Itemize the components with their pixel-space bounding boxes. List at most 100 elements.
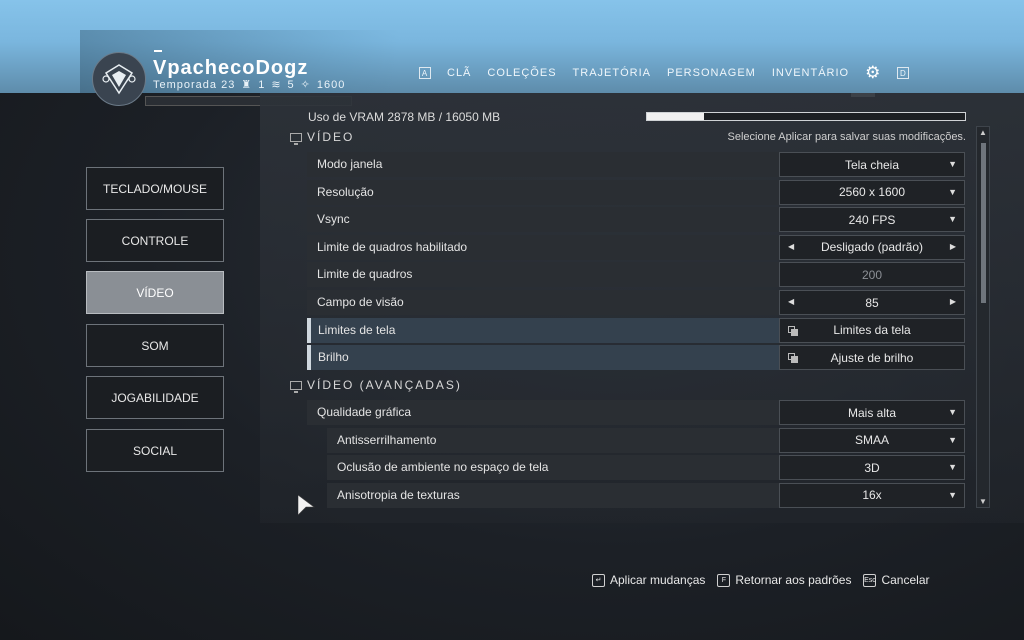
- scroll-thumb[interactable]: [981, 143, 986, 303]
- setting-value: 200: [861, 267, 883, 282]
- gear-icon[interactable]: ⚙: [865, 63, 881, 83]
- setting-label: Campo de visão: [317, 295, 404, 309]
- arrow-left-icon[interactable]: ◀: [788, 242, 794, 251]
- setting-label: Anisotropia de texturas: [337, 487, 460, 502]
- nav-item-character[interactable]: PERSONAGEM: [667, 67, 756, 79]
- season-label: Temporada 23: [153, 78, 236, 91]
- setting-row-antisserrilhamento[interactable]: Antisserrilhamento: [327, 427, 779, 453]
- setting-control-anisotropia-de-texturas[interactable]: 16x ▼: [779, 482, 965, 508]
- setting-label: Antisserrilhamento: [337, 432, 437, 447]
- nav-item-triumphs[interactable]: TRAJETÓRIA: [573, 67, 651, 79]
- chevron-down-icon[interactable]: ▼: [948, 214, 957, 224]
- scroll-up-icon[interactable]: ▲: [979, 128, 987, 137]
- menu-social[interactable]: SOCIAL: [86, 429, 224, 472]
- nav-item-clan[interactable]: CLÃ: [447, 67, 471, 79]
- setting-label: Resolução: [317, 184, 374, 199]
- reset-defaults-button[interactable]: F Retornar aos padrões: [717, 573, 851, 587]
- player-name: VpachecoDogz: [153, 57, 309, 79]
- f-key-icon: F: [717, 573, 731, 587]
- setting-label: Modo janela: [317, 157, 383, 171]
- section-advanced-label: VÍDEO (AVANÇADAS): [307, 378, 462, 392]
- setting-label: Limites de tela: [318, 322, 396, 337]
- stat-one: 1: [258, 78, 266, 91]
- arrow-right-icon[interactable]: ▶: [950, 242, 956, 251]
- arrow-right-icon[interactable]: ▶: [950, 297, 956, 306]
- setting-row-campo-de-visao[interactable]: Campo de visão: [307, 290, 779, 315]
- setting-row-limite-de-quadros-habilitado[interactable]: Limite de quadros habilitado: [307, 234, 779, 260]
- power-icon: ✧: [300, 79, 311, 91]
- chevron-down-icon[interactable]: ▼: [948, 407, 957, 417]
- section-video-label: VÍDEO: [307, 130, 355, 144]
- nav-right-key-icon[interactable]: D: [897, 67, 910, 79]
- setting-control-antisserrilhamento[interactable]: SMAA ▼: [779, 427, 965, 453]
- setting-row-anisotropia-de-texturas[interactable]: Anisotropia de texturas: [327, 482, 779, 508]
- apply-changes-button[interactable]: ↵ Aplicar mudanças: [592, 573, 705, 587]
- chevron-down-icon[interactable]: ▼: [948, 187, 957, 197]
- setting-label: Vsync: [317, 212, 350, 227]
- apply-changes-label: Aplicar mudanças: [610, 573, 706, 587]
- clan-emblem-icon[interactable]: [92, 52, 146, 106]
- setting-row-brilho[interactable]: Brilho: [307, 345, 779, 371]
- setting-control-limite-de-quadros-habilitado[interactable]: Desligado (padrão) ◀ ▶: [779, 234, 965, 260]
- setting-control-campo-de-visao[interactable]: 85 ◀ ▶: [779, 290, 965, 315]
- setting-control-vsync[interactable]: 240 FPS ▼: [779, 207, 965, 233]
- setting-control-limite-de-quadros: 200: [779, 262, 965, 288]
- chevron-down-icon[interactable]: ▼: [948, 462, 957, 472]
- enter-key-icon: ↵: [592, 573, 605, 587]
- menu-gameplay[interactable]: JOGABILIDADE: [86, 376, 224, 419]
- scroll-down-icon[interactable]: ▼: [979, 497, 987, 506]
- top-header: VpachecoDogz Temporada 23 ♜ 1 ≋ 5 ✧ 1600…: [0, 0, 1024, 106]
- power-level: 1600: [316, 78, 346, 91]
- setting-value: Tela cheia: [844, 157, 900, 172]
- setting-control-brilho[interactable]: Ajuste de brilho: [779, 345, 965, 371]
- monitor-icon: [290, 132, 302, 145]
- reset-defaults-label: Retornar aos padrões: [735, 573, 852, 587]
- setting-value: Desligado (padrão): [820, 240, 924, 255]
- setting-value: 85: [865, 295, 879, 310]
- rank-icon: ≋: [271, 79, 282, 91]
- cancel-button[interactable]: Esc Cancelar: [863, 573, 930, 587]
- setting-control-modo-janela[interactable]: Tela cheia ▼: [779, 152, 965, 177]
- setting-value: Mais alta: [847, 405, 897, 420]
- menu-video[interactable]: VÍDEO: [86, 271, 224, 314]
- setting-label: Limite de quadros habilitado: [317, 239, 468, 254]
- nav-left-key-icon[interactable]: A: [419, 67, 431, 79]
- setting-value: Limites da tela: [833, 323, 911, 338]
- setting-row-qualidade-grafica[interactable]: Qualidade gráfica: [307, 400, 779, 425]
- menu-controller[interactable]: CONTROLE: [86, 219, 224, 262]
- chevron-down-icon[interactable]: ▼: [948, 435, 957, 445]
- section-video-title: VÍDEO: [290, 130, 355, 145]
- setting-control-limites-de-tela[interactable]: Limites da tela: [779, 317, 965, 343]
- setting-value: 3D: [864, 460, 880, 475]
- arrow-left-icon[interactable]: ◀: [788, 297, 794, 306]
- setting-value: 2560 x 1600: [838, 185, 906, 200]
- footer-actions: ↵ Aplicar mudanças F Retornar aos padrõe…: [592, 573, 930, 587]
- settings-scrollbar[interactable]: ▲ ▼: [976, 126, 990, 508]
- setting-row-oclusao-de-ambiente-no-espaco-de-tela[interactable]: Oclusão de ambiente no espaço de tela: [327, 455, 779, 481]
- open-window-icon: [788, 325, 798, 336]
- nav-item-inventory[interactable]: INVENTÁRIO: [772, 67, 849, 79]
- setting-row-limite-de-quadros[interactable]: Limite de quadros: [307, 262, 779, 288]
- setting-value: Ajuste de brilho: [830, 350, 914, 365]
- setting-row-modo-janela[interactable]: Modo janela: [307, 152, 779, 177]
- setting-label: Qualidade gráfica: [317, 405, 412, 419]
- setting-control-resolucao[interactable]: 2560 x 1600 ▼: [779, 179, 965, 205]
- setting-row-resolucao[interactable]: Resolução: [307, 179, 779, 205]
- chevron-down-icon[interactable]: ▼: [948, 490, 957, 500]
- setting-row-limites-de-tela[interactable]: Limites de tela: [307, 317, 779, 343]
- vram-usage-label: Uso de VRAM 2878 MB / 16050 MB: [308, 110, 501, 124]
- apply-hint: Selecione Aplicar para salvar suas modif…: [727, 131, 966, 143]
- ghost-icon: ♜: [241, 79, 253, 91]
- setting-label: Oclusão de ambiente no espaço de tela: [337, 460, 549, 475]
- esc-key-icon: Esc: [863, 573, 877, 587]
- player-stats: Temporada 23 ♜ 1 ≋ 5 ✧ 1600: [153, 78, 346, 92]
- setting-label: Limite de quadros: [317, 267, 413, 282]
- menu-keyboard-mouse[interactable]: TECLADO/MOUSE: [86, 167, 224, 210]
- setting-row-vsync[interactable]: Vsync: [307, 207, 779, 233]
- nav-item-collections[interactable]: COLEÇÕES: [487, 67, 556, 79]
- menu-sound[interactable]: SOM: [86, 324, 224, 367]
- section-advanced-title: VÍDEO (AVANÇADAS): [290, 378, 462, 393]
- setting-control-oclusao-de-ambiente-no-espaco-de-tela[interactable]: 3D ▼: [779, 455, 965, 481]
- chevron-down-icon[interactable]: ▼: [948, 159, 957, 169]
- setting-control-qualidade-grafica[interactable]: Mais alta ▼: [779, 400, 965, 425]
